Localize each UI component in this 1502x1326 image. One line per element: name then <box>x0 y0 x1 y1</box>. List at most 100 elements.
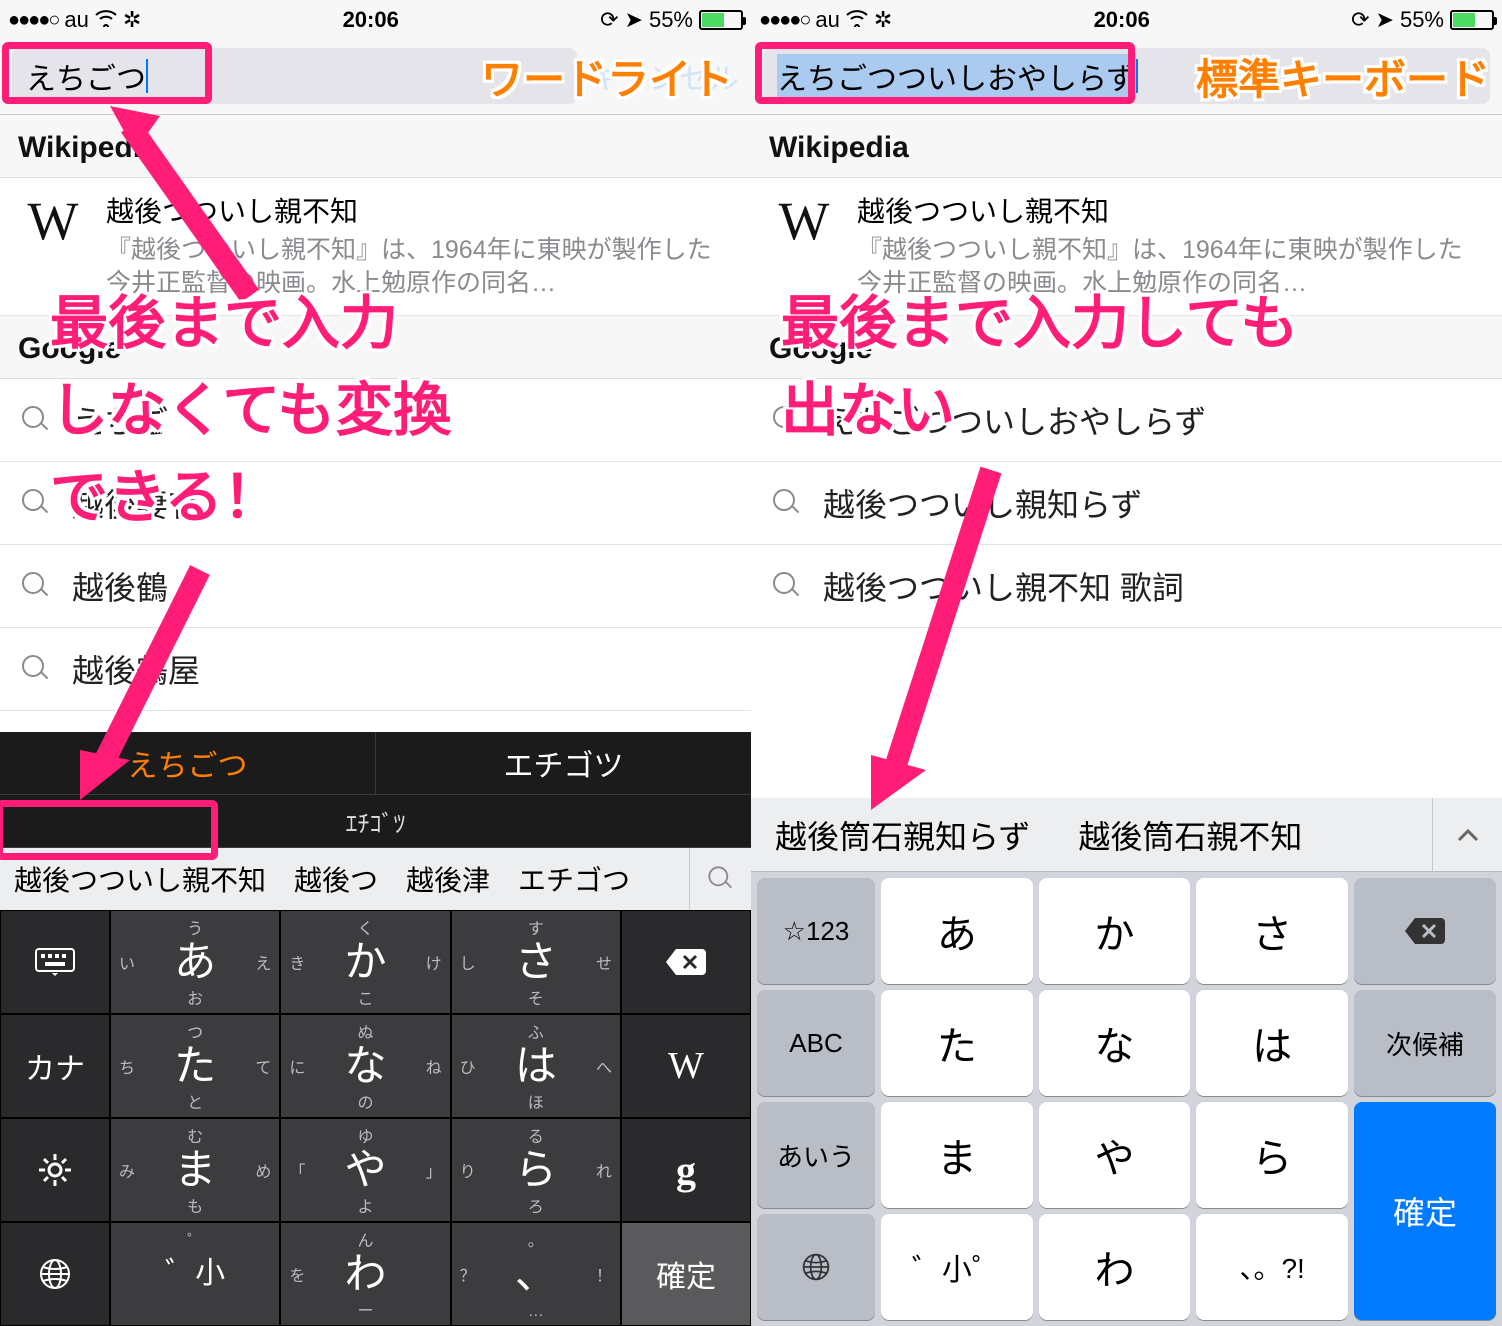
search-icon <box>22 572 50 600</box>
kana-mode-key[interactable]: カナ <box>0 1014 110 1118</box>
mode-aiu-key[interactable]: あいう <box>757 1102 875 1208</box>
delete-key[interactable] <box>1354 878 1496 984</box>
candidate-item[interactable]: 越後つついし親不知 <box>0 859 280 899</box>
suggestion-text: 越後つついし親不知 歌詞 <box>823 563 1184 609</box>
wikipedia-key[interactable]: W <box>621 1014 751 1118</box>
confirm-key[interactable]: 確定 <box>1354 1102 1496 1320</box>
left-screenshot: ●●●●○ au ✲ 20:06 ⟳ ➤ 55% えちごつ キャンセル Wiki… <box>0 0 751 1326</box>
carrier-label: au <box>815 7 839 33</box>
globe-key[interactable] <box>0 1222 110 1326</box>
kana-key-punct[interactable]: 。？、！… <box>451 1222 621 1326</box>
globe-key[interactable] <box>757 1214 875 1320</box>
clock: 20:06 <box>343 7 399 33</box>
wifi-icon <box>846 7 868 33</box>
backspace-icon <box>1403 916 1447 946</box>
annotation-title: 標準キーボード <box>1196 46 1490 107</box>
standard-keyboard: 越後筒石親知らず 越後筒石親不知 ☆123 あ か さ ABC た な は 次候… <box>751 798 1502 1326</box>
kana-key-ha[interactable]: ふひはへほ <box>451 1014 621 1118</box>
kana-key-ma[interactable]: ま <box>881 1102 1033 1208</box>
candidate-search-button[interactable] <box>689 848 751 910</box>
kana-key-a[interactable]: あ <box>881 878 1033 984</box>
search-icon <box>22 489 50 517</box>
kana-key-ka[interactable]: か <box>1039 878 1191 984</box>
search-icon <box>708 866 733 891</box>
kana-key-wa[interactable]: わ <box>1039 1214 1191 1320</box>
kana-key-ta[interactable]: つちたてと <box>110 1014 280 1118</box>
kana-key-ka[interactable]: くきかけこ <box>280 910 450 1014</box>
kana-key-punct[interactable]: 、。?! <box>1196 1214 1348 1320</box>
candidate-primary[interactable]: えちごつ <box>0 732 376 794</box>
signal-dots: ●●●●○ <box>759 9 809 32</box>
candidate-halfwidth[interactable]: ｴﾁｺﾞﾂ <box>0 794 751 848</box>
kana-key-dakuten[interactable]: ゛小゜ <box>881 1214 1033 1320</box>
kana-key-na[interactable]: な <box>1039 990 1191 1096</box>
suggestion-row[interactable]: 越後鶴 <box>0 545 751 628</box>
kana-key-ra[interactable]: ら <box>1196 1102 1348 1208</box>
loading-spinner-icon: ✲ <box>874 7 892 33</box>
clock: 20:06 <box>1094 7 1150 33</box>
wikipedia-header: Wikipedia <box>751 115 1502 178</box>
kana-key-wa[interactable]: んをわー <box>280 1222 450 1326</box>
status-bar: ●●●●○ au ✲ 20:06 ⟳ ➤ 55% <box>0 0 751 40</box>
kana-key-sa[interactable]: さ <box>1196 878 1348 984</box>
carrier-label: au <box>64 7 88 33</box>
kana-key-ra[interactable]: るりられろ <box>451 1118 621 1222</box>
kana-key-a[interactable]: ういあえお <box>110 910 280 1014</box>
chevron-up-icon <box>1457 828 1479 842</box>
suggestion-row[interactable]: 越後つついし親不知 歌詞 <box>751 545 1502 628</box>
signal-dots: ●●●●○ <box>8 9 58 32</box>
backspace-icon <box>664 947 708 977</box>
suggestion-row[interactable]: 越後鶴屋 <box>0 628 751 711</box>
wordlight-keyboard: えちごつ エチゴツ ｴﾁｺﾞﾂ 越後つついし親不知 越後つ 越後津 エチゴつ う… <box>0 732 751 1326</box>
mode-123-key[interactable]: ☆123 <box>757 878 875 984</box>
annotation-title: ワードライト <box>481 46 733 107</box>
suggestion-text: 越後鶴屋 <box>72 646 200 692</box>
wikipedia-icon: W <box>668 1044 704 1088</box>
kana-key-ya[interactable]: や <box>1039 1102 1191 1208</box>
wifi-icon <box>95 7 117 33</box>
mode-abc-key[interactable]: ABC <box>757 990 875 1096</box>
candidate-item[interactable]: 越後筒石親不知 <box>1054 812 1326 858</box>
candidate-item[interactable]: 越後つ <box>280 859 392 899</box>
suggestion-text: 越後鶴 <box>72 563 168 609</box>
location-icon: ➤ <box>1376 7 1394 33</box>
annotation-body: 最後まで入力しても 出ない <box>781 280 1298 454</box>
google-key[interactable]: g <box>621 1118 751 1222</box>
delete-key[interactable] <box>621 910 751 1014</box>
candidate-item[interactable]: エチゴつ <box>504 859 644 899</box>
text-caret <box>1136 59 1138 93</box>
search-icon <box>773 489 801 517</box>
kana-key-ya[interactable]: ゆ「や」よ <box>280 1118 450 1222</box>
candidate-item[interactable]: 越後津 <box>392 859 504 899</box>
globe-icon <box>801 1252 831 1282</box>
kana-key-dakuten[interactable]: ゜゛小 <box>110 1222 280 1326</box>
candidate-secondary[interactable]: エチゴツ <box>376 732 751 794</box>
kana-key-ha[interactable]: は <box>1196 990 1348 1096</box>
wikipedia-header: Wikipedia <box>0 115 751 178</box>
battery-percent: 55% <box>1400 7 1444 33</box>
wiki-result-title: 越後つついし親不知 <box>106 190 733 230</box>
keyboard-icon <box>35 948 75 976</box>
orientation-lock-icon: ⟳ <box>1351 7 1369 33</box>
keyboard-switch-key[interactable] <box>0 910 110 1014</box>
settings-key[interactable] <box>0 1118 110 1222</box>
google-icon: g <box>676 1147 696 1194</box>
search-icon <box>22 655 50 683</box>
confirm-key[interactable]: 確定 <box>621 1222 751 1326</box>
candidate-bar: 越後筒石親知らず 越後筒石親不知 <box>751 798 1502 872</box>
search-icon <box>22 406 50 434</box>
next-candidate-key[interactable]: 次候補 <box>1354 990 1496 1096</box>
loading-spinner-icon: ✲ <box>123 7 141 33</box>
expand-candidates-button[interactable] <box>1432 798 1502 871</box>
kana-key-na[interactable]: ぬになねの <box>280 1014 450 1118</box>
right-screenshot: ●●●●○ au ✲ 20:06 ⟳ ➤ 55% えちごつついしおやしらず Wi… <box>751 0 1502 1326</box>
candidate-bar: 越後つついし親不知 越後つ 越後津 エチゴつ <box>0 848 751 910</box>
globe-icon <box>38 1257 72 1291</box>
candidate-item[interactable]: 越後筒石親知らず <box>751 812 1054 858</box>
kana-key-sa[interactable]: すしさせそ <box>451 910 621 1014</box>
suggestion-row[interactable]: 越後つついし親知らず <box>751 462 1502 545</box>
kana-key-ta[interactable]: た <box>881 990 1033 1096</box>
location-icon: ➤ <box>625 7 643 33</box>
search-input-value: えちごつついしおやしらず <box>777 54 1136 98</box>
kana-key-ma[interactable]: むみまめも <box>110 1118 280 1222</box>
